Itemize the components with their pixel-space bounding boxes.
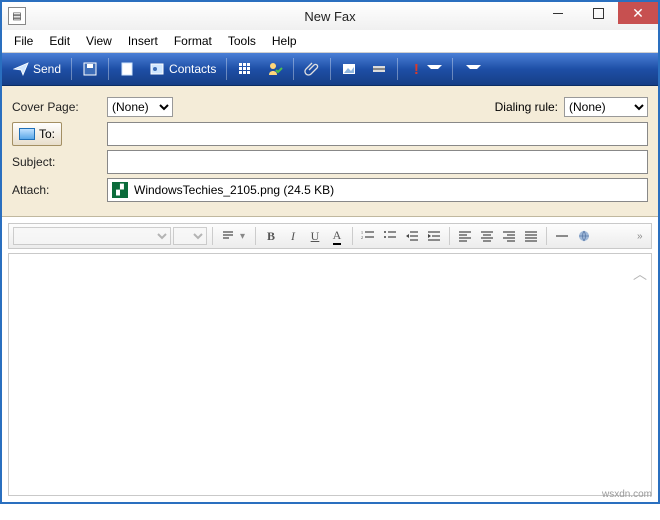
italic-button[interactable]: I bbox=[283, 226, 303, 246]
message-body[interactable]: ︿ bbox=[8, 253, 652, 496]
format-toolbar: ▾ B I U A 12 » bbox=[8, 223, 652, 249]
attachment-file-icon: ▞ bbox=[112, 182, 128, 198]
menu-format[interactable]: Format bbox=[166, 32, 220, 50]
send-button[interactable]: Send bbox=[7, 57, 67, 81]
align-right-button[interactable] bbox=[499, 226, 519, 246]
to-button-label: To: bbox=[39, 127, 55, 141]
menu-file[interactable]: File bbox=[6, 32, 41, 50]
to-field[interactable] bbox=[107, 122, 648, 146]
attach-label: Attach: bbox=[12, 183, 107, 197]
align-justify-button[interactable] bbox=[521, 226, 541, 246]
attach-button[interactable] bbox=[298, 57, 326, 81]
attachment-filename: WindowsTechies_2105.png (24.5 KB) bbox=[134, 183, 334, 197]
save-icon bbox=[82, 61, 98, 77]
toolbar-overflow[interactable] bbox=[457, 57, 487, 81]
font-size-select[interactable] bbox=[173, 227, 207, 245]
font-color-button[interactable]: A bbox=[327, 226, 347, 246]
attach-field[interactable]: ▞ WindowsTechies_2105.png (24.5 KB) bbox=[107, 178, 648, 202]
minimize-button[interactable] bbox=[538, 2, 578, 24]
check-names-button[interactable] bbox=[261, 57, 289, 81]
align-center-button[interactable] bbox=[477, 226, 497, 246]
cover-page-button[interactable] bbox=[113, 57, 141, 81]
cover-page-label: Cover Page: bbox=[12, 100, 107, 114]
svg-text:2: 2 bbox=[361, 235, 363, 240]
menu-edit[interactable]: Edit bbox=[41, 32, 78, 50]
save-button[interactable] bbox=[76, 57, 104, 81]
address-card-icon bbox=[19, 128, 35, 140]
page-icon bbox=[119, 61, 135, 77]
contacts-label: Contacts bbox=[169, 62, 216, 76]
subject-label: Subject: bbox=[12, 155, 107, 169]
font-family-select[interactable] bbox=[13, 227, 171, 245]
subject-field[interactable] bbox=[107, 150, 648, 174]
priority-button[interactable]: ! bbox=[402, 57, 448, 81]
window-frame: ▤ New Fax ✕ File Edit View Insert Format… bbox=[0, 0, 660, 504]
priority-icon: ! bbox=[408, 61, 424, 77]
outdent-button[interactable] bbox=[402, 226, 422, 246]
send-label: Send bbox=[33, 62, 61, 76]
underline-button[interactable]: U bbox=[305, 226, 325, 246]
menu-tools[interactable]: Tools bbox=[220, 32, 264, 50]
scan-icon bbox=[371, 61, 387, 77]
grid-icon bbox=[237, 61, 253, 77]
main-toolbar: Send Contacts bbox=[2, 53, 658, 86]
editor-area: ▾ B I U A 12 » ︿ bbox=[2, 217, 658, 502]
menu-view[interactable]: View bbox=[78, 32, 120, 50]
insert-link-button[interactable] bbox=[574, 226, 594, 246]
to-button[interactable]: To: bbox=[12, 122, 62, 146]
menu-help[interactable]: Help bbox=[264, 32, 305, 50]
numbered-list-button[interactable]: 12 bbox=[358, 226, 378, 246]
scroll-up-icon[interactable]: ︿ bbox=[633, 264, 647, 284]
dialing-rule-select[interactable]: (None) bbox=[564, 97, 648, 117]
toolbar-overflow-icon[interactable]: » bbox=[637, 231, 647, 242]
paragraph-style-button[interactable] bbox=[218, 226, 238, 246]
scan-button[interactable] bbox=[365, 57, 393, 81]
send-icon bbox=[13, 61, 29, 77]
title-bar[interactable]: ▤ New Fax ✕ bbox=[2, 2, 658, 30]
insert-line-button[interactable] bbox=[552, 226, 572, 246]
contacts-button[interactable]: Contacts bbox=[143, 57, 222, 81]
header-fields: Cover Page: (None) Dialing rule: (None) … bbox=[2, 86, 658, 217]
footer-watermark: wsxdn.com bbox=[602, 489, 652, 500]
grid-button[interactable] bbox=[231, 57, 259, 81]
cover-page-select[interactable]: (None) bbox=[107, 97, 173, 117]
chevron-down-icon[interactable]: ▾ bbox=[240, 231, 250, 242]
picture-icon bbox=[341, 61, 357, 77]
menu-insert[interactable]: Insert bbox=[120, 32, 166, 50]
bullet-list-button[interactable] bbox=[380, 226, 400, 246]
menu-bar: File Edit View Insert Format Tools Help bbox=[2, 30, 658, 53]
dialing-rule-label: Dialing rule: bbox=[495, 100, 558, 114]
indent-button[interactable] bbox=[424, 226, 444, 246]
maximize-button[interactable] bbox=[578, 2, 618, 24]
contacts-icon bbox=[149, 61, 165, 77]
close-button[interactable]: ✕ bbox=[618, 2, 658, 24]
person-check-icon bbox=[267, 61, 283, 77]
paperclip-icon bbox=[304, 61, 320, 77]
picture-button[interactable] bbox=[335, 57, 363, 81]
align-left-button[interactable] bbox=[455, 226, 475, 246]
bold-button[interactable]: B bbox=[261, 226, 281, 246]
